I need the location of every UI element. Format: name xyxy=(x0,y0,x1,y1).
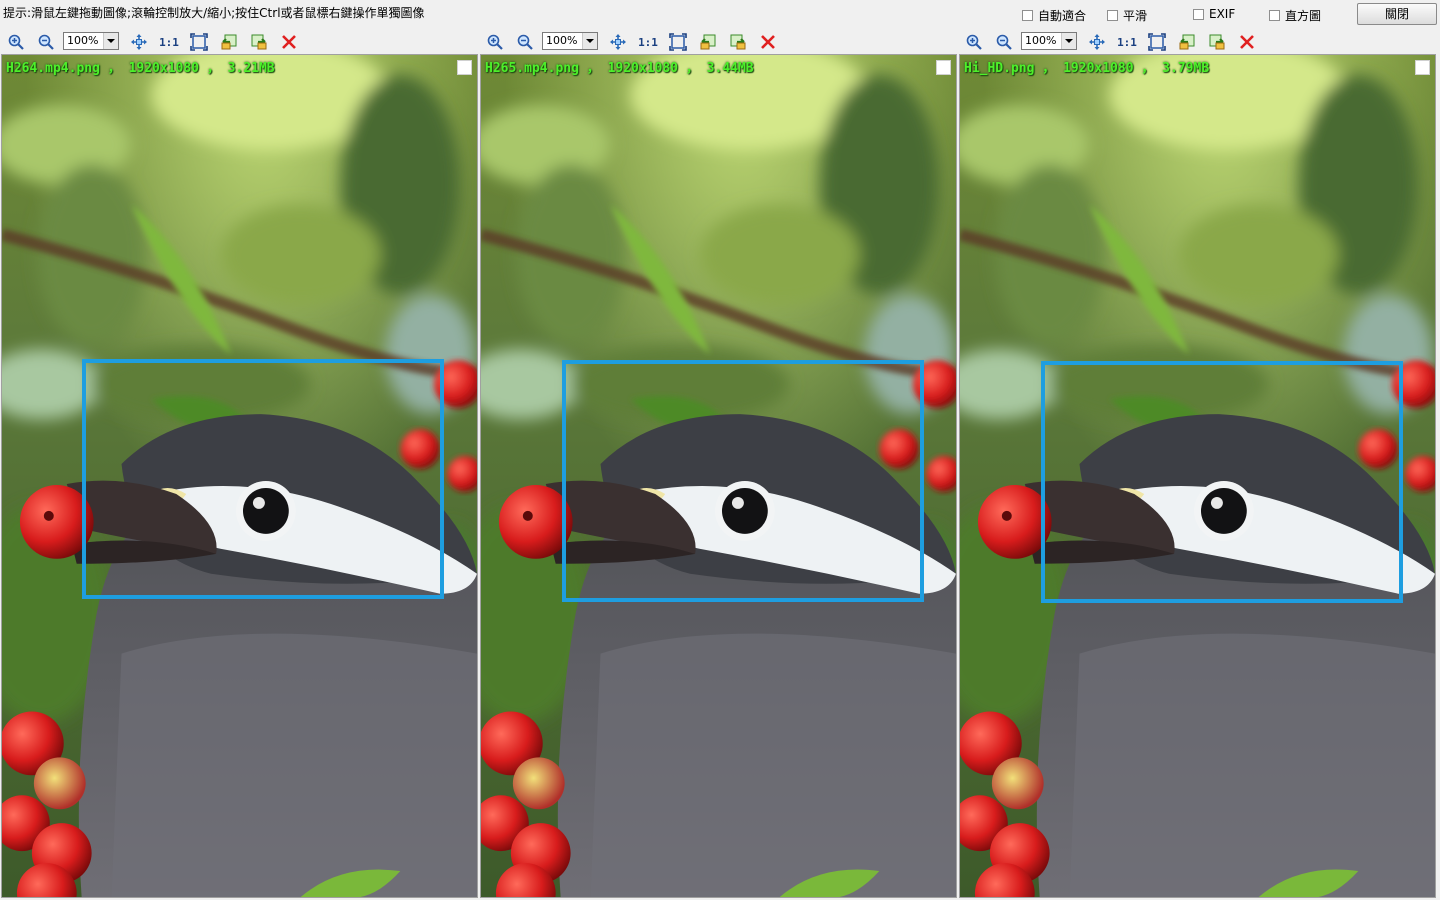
close-image-icon[interactable] xyxy=(1236,31,1258,53)
zoom-value: 100% xyxy=(546,34,578,47)
actual-size-icon[interactable]: 1:1 xyxy=(158,31,180,53)
fit-icon[interactable] xyxy=(1086,31,1108,53)
highlight-rectangle xyxy=(1041,361,1403,603)
image-panel-2: 1:1 100% H265.mp4.png ， 1920x1080 ， 3.44… xyxy=(480,28,957,898)
fullscreen-icon[interactable] xyxy=(1146,31,1168,53)
panel-select-checkbox[interactable] xyxy=(936,60,951,75)
actual-size-icon[interactable]: 1:1 xyxy=(1116,31,1138,53)
top-bar: 提示:滑鼠左鍵拖動圖像;滾輪控制放大/縮小;按住Ctrl或者鼠標右鍵操作單獨圖像… xyxy=(0,0,1440,28)
fullscreen-icon[interactable] xyxy=(188,31,210,53)
image-viewport[interactable]: H265.mp4.png ， 1920x1080 ， 3.44MB xyxy=(480,54,957,898)
histogram-label: 直方圖 xyxy=(1285,9,1322,23)
zoom-out-icon[interactable] xyxy=(35,31,57,53)
auto-fit-checkbox[interactable]: 自動適合 xyxy=(1022,7,1086,24)
zoom-out-icon[interactable] xyxy=(514,31,536,53)
file-info-label: H265.mp4.png ， 1920x1080 ， 3.44MB xyxy=(485,61,754,76)
close-image-icon[interactable] xyxy=(278,31,300,53)
dropdown-arrow-icon[interactable] xyxy=(103,33,118,49)
actual-size-label: 1:1 xyxy=(1117,35,1137,49)
panel-select-checkbox[interactable] xyxy=(457,60,472,75)
zoom-value: 100% xyxy=(1025,34,1057,47)
next-image-icon[interactable] xyxy=(1206,31,1228,53)
smooth-checkbox-box[interactable] xyxy=(1107,10,1118,21)
highlight-rectangle xyxy=(82,359,444,599)
image-viewport[interactable]: Hi_HD.png ， 1920x1080 ， 3.79MB xyxy=(959,54,1436,898)
histogram-checkbox[interactable]: 直方圖 xyxy=(1269,7,1321,24)
previous-image-icon[interactable] xyxy=(218,31,240,53)
actual-size-icon[interactable]: 1:1 xyxy=(637,31,659,53)
exif-label: EXIF xyxy=(1209,7,1236,21)
file-info-label: H264.mp4.png ， 1920x1080 ， 3.21MB xyxy=(6,61,275,76)
actual-size-label: 1:1 xyxy=(638,35,658,49)
exif-checkbox-box[interactable] xyxy=(1193,8,1204,20)
zoom-dropdown[interactable]: 100% xyxy=(1021,32,1077,50)
zoom-value: 100% xyxy=(67,34,99,47)
dropdown-arrow-icon[interactable] xyxy=(1061,33,1076,49)
exif-checkbox[interactable]: EXIF xyxy=(1193,7,1235,21)
auto-fit-label: 自動適合 xyxy=(1038,9,1087,23)
previous-image-icon[interactable] xyxy=(697,31,719,53)
image-panel-1: 1:1 100% H264.mp4.png ， 1920x1080 ， 3.21… xyxy=(1,28,478,898)
zoom-in-icon[interactable] xyxy=(5,31,27,53)
fullscreen-icon[interactable] xyxy=(667,31,689,53)
image-viewport[interactable]: H264.mp4.png ， 1920x1080 ， 3.21MB xyxy=(1,54,478,898)
next-image-icon[interactable] xyxy=(727,31,749,53)
panel-toolbar: 1:1 100% xyxy=(480,28,957,54)
panel-toolbar: 1:1 100% xyxy=(959,28,1436,54)
zoom-dropdown[interactable]: 100% xyxy=(542,32,598,50)
zoom-in-icon[interactable] xyxy=(484,31,506,53)
close-image-icon[interactable] xyxy=(757,31,779,53)
histogram-checkbox-box[interactable] xyxy=(1269,10,1280,21)
hint-text: 提示:滑鼠左鍵拖動圖像;滾輪控制放大/縮小;按住Ctrl或者鼠標右鍵操作單獨圖像 xyxy=(3,6,425,20)
dropdown-arrow-icon[interactable] xyxy=(582,33,597,49)
close-button[interactable]: 關閉 xyxy=(1357,3,1437,25)
actual-size-label: 1:1 xyxy=(159,35,179,49)
panel-select-checkbox[interactable] xyxy=(1415,60,1430,75)
highlight-rectangle xyxy=(562,360,924,602)
zoom-dropdown[interactable]: 100% xyxy=(63,32,119,50)
fit-icon[interactable] xyxy=(607,31,629,53)
smooth-label: 平滑 xyxy=(1123,9,1148,23)
zoom-in-icon[interactable] xyxy=(963,31,985,53)
next-image-icon[interactable] xyxy=(248,31,270,53)
zoom-out-icon[interactable] xyxy=(993,31,1015,53)
file-info-label: Hi_HD.png ， 1920x1080 ， 3.79MB xyxy=(964,61,1210,76)
smooth-checkbox[interactable]: 平滑 xyxy=(1107,7,1147,24)
panel-toolbar: 1:1 100% xyxy=(1,28,478,54)
fit-icon[interactable] xyxy=(128,31,150,53)
image-panel-3: 1:1 100% Hi_HD.png ， 1920x1080 ， 3.79MB xyxy=(959,28,1436,898)
previous-image-icon[interactable] xyxy=(1176,31,1198,53)
auto-fit-checkbox-box[interactable] xyxy=(1022,10,1033,21)
